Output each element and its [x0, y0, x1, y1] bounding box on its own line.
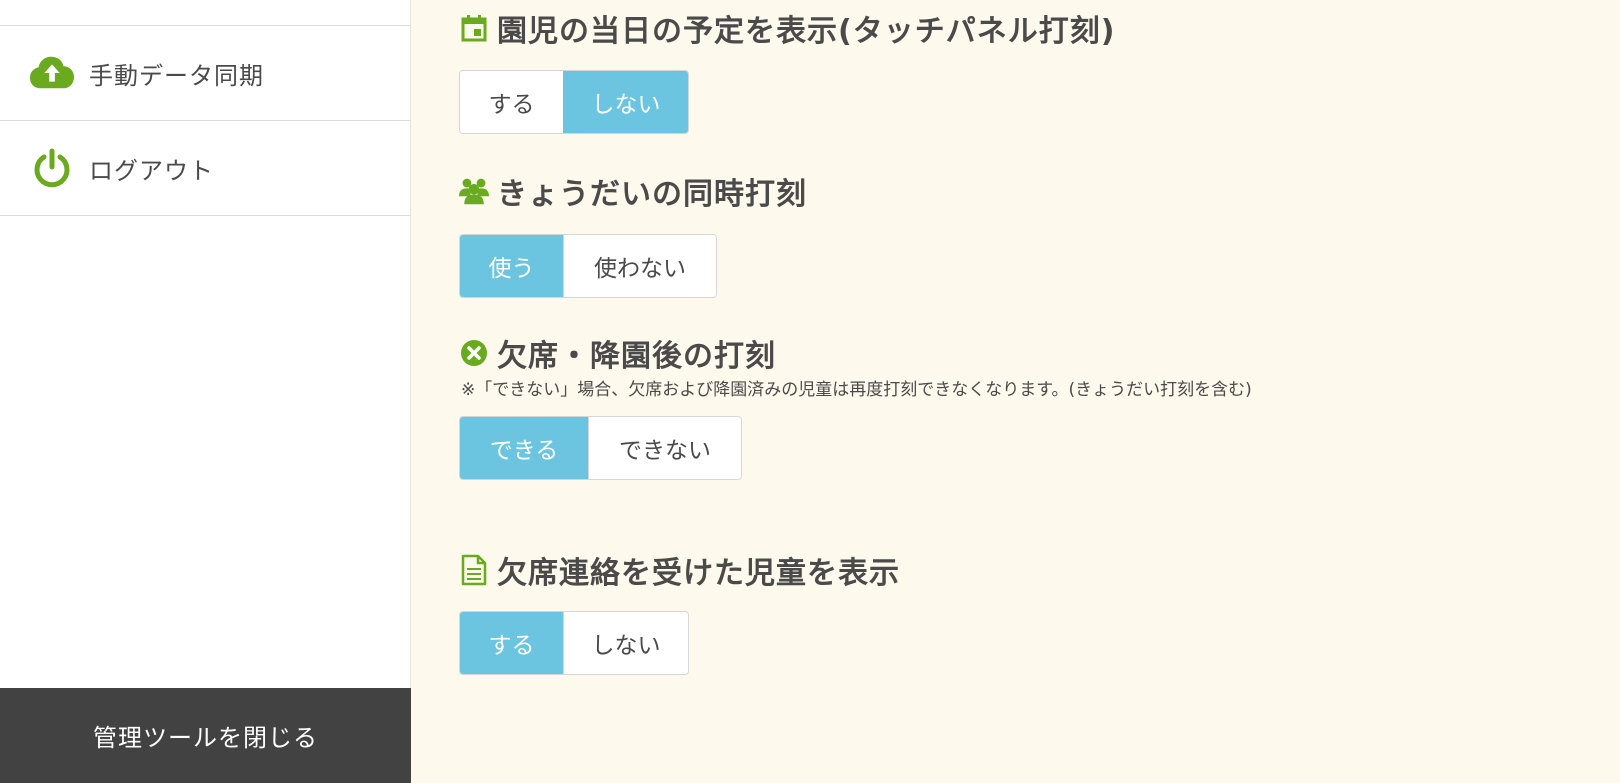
section-header: 園児の当日の予定を表示(タッチパネル打刻) [459, 8, 1116, 49]
option-tsukau[interactable]: 使う [460, 235, 563, 297]
option-dekiru[interactable]: できる [460, 417, 588, 479]
section-title: 園児の当日の予定を表示(タッチパネル打刻) [497, 14, 1116, 49]
close-circle-icon [459, 338, 489, 368]
sidebar-item-label: ログアウト [89, 156, 214, 185]
section-header: 欠席連絡を受けた児童を表示 [459, 550, 900, 591]
toggle-group: できる できない [459, 416, 742, 480]
setting-show-schedule: 園児の当日の予定を表示(タッチパネル打刻) する しない [459, 8, 1115, 134]
option-suru[interactable]: する [460, 71, 563, 133]
toggle-group: 使う 使わない [459, 234, 717, 298]
option-shinai[interactable]: しない [563, 612, 688, 674]
sidebar-item-manual-sync[interactable]: 手動データ同期 [0, 26, 411, 121]
calendar-icon [459, 13, 489, 43]
setting-show-absent-children: 欠席連絡を受けた児童を表示 する しない [459, 550, 900, 675]
toggle-group: する しない [459, 611, 689, 675]
option-suru[interactable]: する [460, 612, 563, 674]
section-title: 欠席連絡を受けた児童を表示 [497, 556, 900, 591]
setting-sibling-punch: きょうだいの同時打刻 使う 使わない [459, 171, 807, 298]
section-title: きょうだいの同時打刻 [497, 177, 807, 212]
settings-panel: 園児の当日の予定を表示(タッチパネル打刻) する しない きょうだいの同時打刻 [412, 0, 1620, 783]
cloud-upload-icon [30, 51, 74, 95]
sidebar-item-label: 手動データ同期 [89, 61, 264, 90]
document-icon [459, 554, 489, 586]
section-title: 欠席・降園後の打刻 [497, 339, 776, 374]
section-note: ※「できない」場合、欠席および降園済みの児童は再度打刻できなくなります。(きょう… [461, 380, 1252, 400]
sidebar: 手動データ同期 ログアウト 管理ツールを閉じる [0, 0, 411, 783]
power-icon [30, 146, 74, 190]
option-shinai[interactable]: しない [563, 71, 688, 133]
section-header: きょうだいの同時打刻 [459, 171, 807, 212]
setting-absent-punch: 欠席・降園後の打刻 ※「できない」場合、欠席および降園済みの児童は再度打刻できな… [459, 333, 1252, 480]
close-admin-tool-button[interactable]: 管理ツールを閉じる [0, 688, 411, 783]
toggle-group: する しない [459, 70, 689, 134]
option-dekinai[interactable]: できない [588, 417, 741, 479]
sidebar-item-logout[interactable]: ログアウト [0, 121, 411, 216]
section-header: 欠席・降園後の打刻 [459, 333, 1252, 374]
users-icon [459, 176, 489, 206]
option-tsukawanai[interactable]: 使わない [563, 235, 716, 297]
